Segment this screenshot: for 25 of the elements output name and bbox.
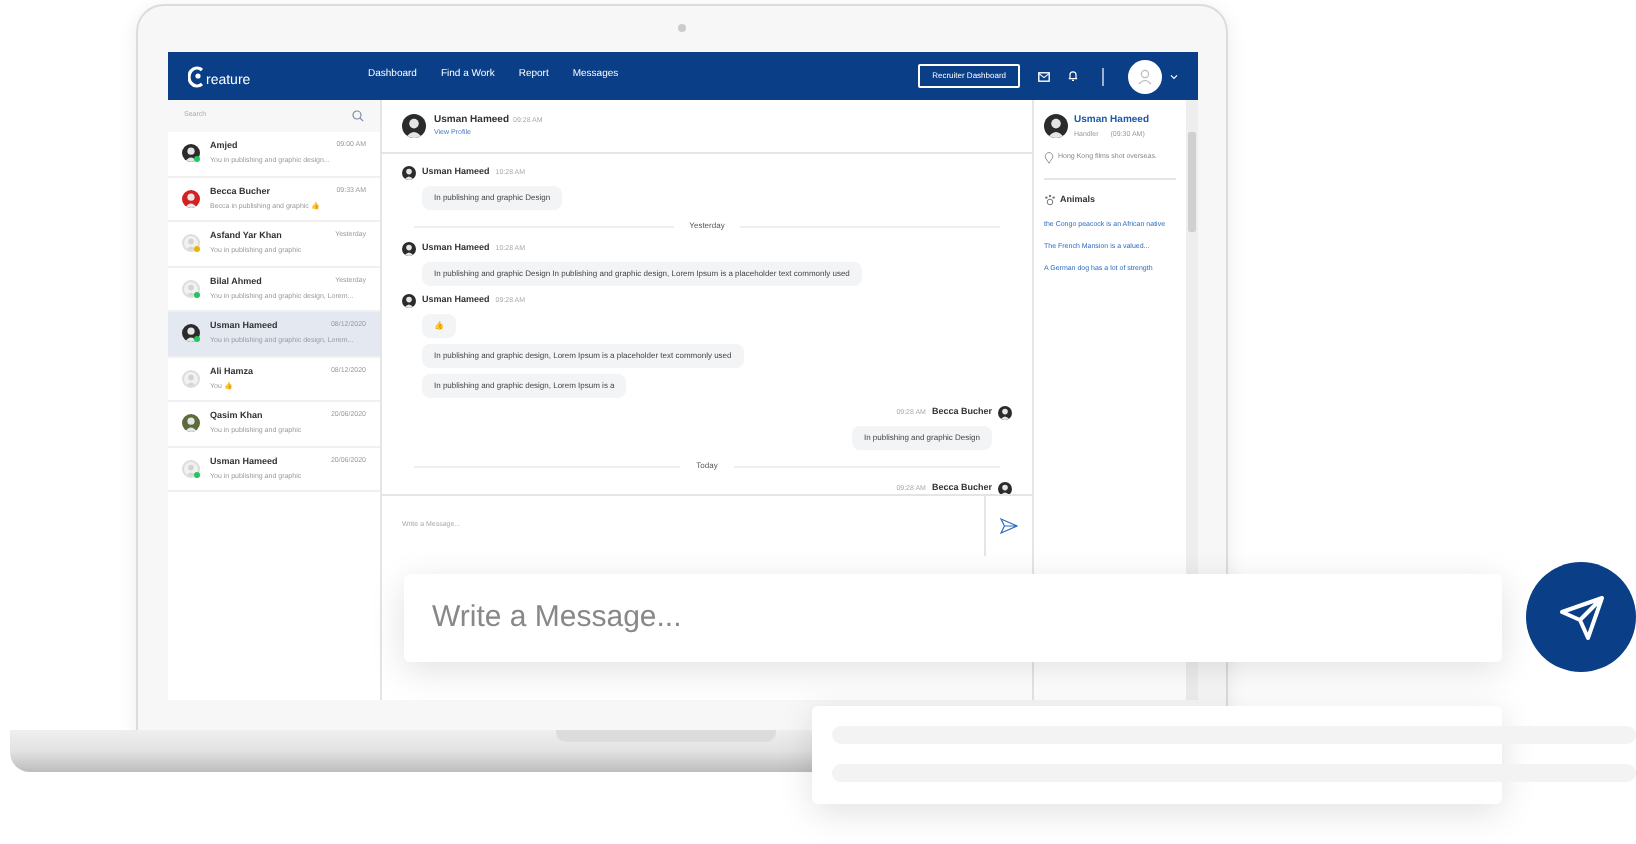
avatar-icon xyxy=(182,279,200,298)
avatar-icon xyxy=(182,144,200,163)
user-avatar-icon[interactable] xyxy=(1128,59,1162,93)
floating-message-input[interactable]: Write a Message... xyxy=(404,574,1502,662)
avatar-icon xyxy=(182,234,200,253)
avatar-icon xyxy=(998,406,1012,420)
send-icon xyxy=(1557,593,1605,641)
avatar-icon xyxy=(182,189,200,208)
avatar-icon xyxy=(182,324,200,343)
chevron-down-icon[interactable] xyxy=(1170,73,1178,79)
logo-icon xyxy=(188,65,206,87)
location-pin-icon xyxy=(1044,151,1054,164)
avatar-icon xyxy=(182,459,200,478)
avatar-icon xyxy=(402,166,416,180)
search-icon xyxy=(352,110,364,122)
mail-icon[interactable] xyxy=(1038,71,1050,81)
send-icon[interactable] xyxy=(1000,518,1018,534)
avatar-icon xyxy=(402,242,416,256)
paw-icon xyxy=(1044,194,1056,207)
avatar-icon xyxy=(1044,114,1068,139)
avatar-icon xyxy=(402,294,416,308)
avatar-icon xyxy=(402,114,426,138)
avatar-icon xyxy=(182,414,200,433)
bell-icon[interactable] xyxy=(1068,70,1078,82)
avatar-icon xyxy=(182,369,200,388)
